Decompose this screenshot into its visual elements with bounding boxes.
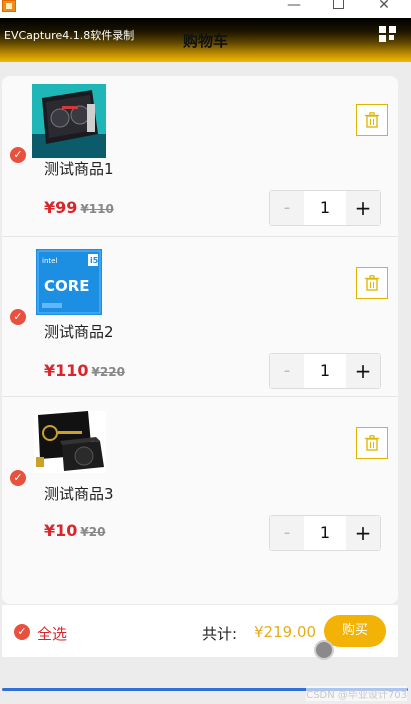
buy-button[interactable]: 购买 xyxy=(324,615,386,647)
item-original-price: ¥220 xyxy=(91,365,125,379)
maximize-button[interactable] xyxy=(318,0,358,14)
product-image-graphics-card xyxy=(32,84,106,158)
svg-text:intel: intel xyxy=(42,257,57,265)
quantity-stepper: - 1 + xyxy=(269,515,381,551)
delete-button[interactable] xyxy=(356,104,388,136)
quantity-stepper: - 1 + xyxy=(269,190,381,226)
trash-icon xyxy=(365,435,379,451)
item-price: ¥99 ¥110 xyxy=(44,198,114,217)
watermark: CSDN @毕业设计703 xyxy=(306,686,407,701)
product-image-cpu-box: intel CORE i5 xyxy=(36,249,102,315)
decrease-button[interactable]: - xyxy=(270,516,304,550)
item-original-price: ¥110 xyxy=(80,202,114,216)
cart-item: ✓ intel CORE i5 测试商品2 ¥110 ¥220 - 1 + xyxy=(2,236,398,397)
cart-footer: ✓ 全选 共计: ¥219.00 购买 xyxy=(2,604,398,657)
quantity-value[interactable]: 1 xyxy=(304,354,346,388)
item-check-icon[interactable]: ✓ xyxy=(10,147,26,163)
minimize-button[interactable]: — xyxy=(274,0,314,14)
cart-item: ✓ 测试商品1 ¥99 ¥110 - 1 + xyxy=(2,76,398,236)
window-title-bar: — ✕ xyxy=(0,0,411,18)
increase-button[interactable]: + xyxy=(346,516,380,550)
item-price: ¥10 ¥20 xyxy=(44,521,106,540)
item-check-icon[interactable]: ✓ xyxy=(10,470,26,486)
item-name: 测试商品2 xyxy=(44,323,114,341)
quantity-value[interactable]: 1 xyxy=(304,191,346,225)
quantity-stepper: - 1 + xyxy=(269,353,381,389)
close-button[interactable]: ✕ xyxy=(364,0,404,14)
delete-button[interactable] xyxy=(356,267,388,299)
item-price: ¥110 ¥220 xyxy=(44,361,125,380)
item-name: 测试商品1 xyxy=(44,160,114,178)
product-image-power-supply xyxy=(34,411,106,473)
select-all-check-icon[interactable]: ✓ xyxy=(14,624,30,640)
grid-menu-icon[interactable] xyxy=(379,26,397,42)
quantity-value[interactable]: 1 xyxy=(304,516,346,550)
cart-list: ✓ 测试商品1 ¥99 ¥110 - 1 + ✓ intel CORE i5 测… xyxy=(2,76,398,604)
trash-icon xyxy=(365,112,379,128)
item-name: 测试商品3 xyxy=(44,485,114,503)
svg-text:i5: i5 xyxy=(90,256,99,265)
increase-button[interactable]: + xyxy=(346,354,380,388)
item-original-price: ¥20 xyxy=(80,525,106,539)
page-title: 购物车 xyxy=(182,32,228,50)
decrease-button[interactable]: - xyxy=(270,354,304,388)
cart-item: ✓ 测试商品3 ¥10 ¥20 - 1 + xyxy=(2,396,398,557)
decrease-button[interactable]: - xyxy=(270,191,304,225)
select-all-label[interactable]: 全选 xyxy=(37,623,67,644)
increase-button[interactable]: + xyxy=(346,191,380,225)
app-header: EVCapture4.1.8软件录制 购物车 xyxy=(0,18,411,62)
item-check-icon[interactable]: ✓ xyxy=(10,309,26,325)
delete-button[interactable] xyxy=(356,427,388,459)
total-value: ¥219.00 xyxy=(254,623,317,641)
total-label: 共计: xyxy=(202,625,238,643)
app-icon xyxy=(2,0,16,12)
trash-icon xyxy=(365,275,379,291)
touch-cursor-indicator xyxy=(314,640,334,660)
svg-text:CORE: CORE xyxy=(44,277,90,295)
